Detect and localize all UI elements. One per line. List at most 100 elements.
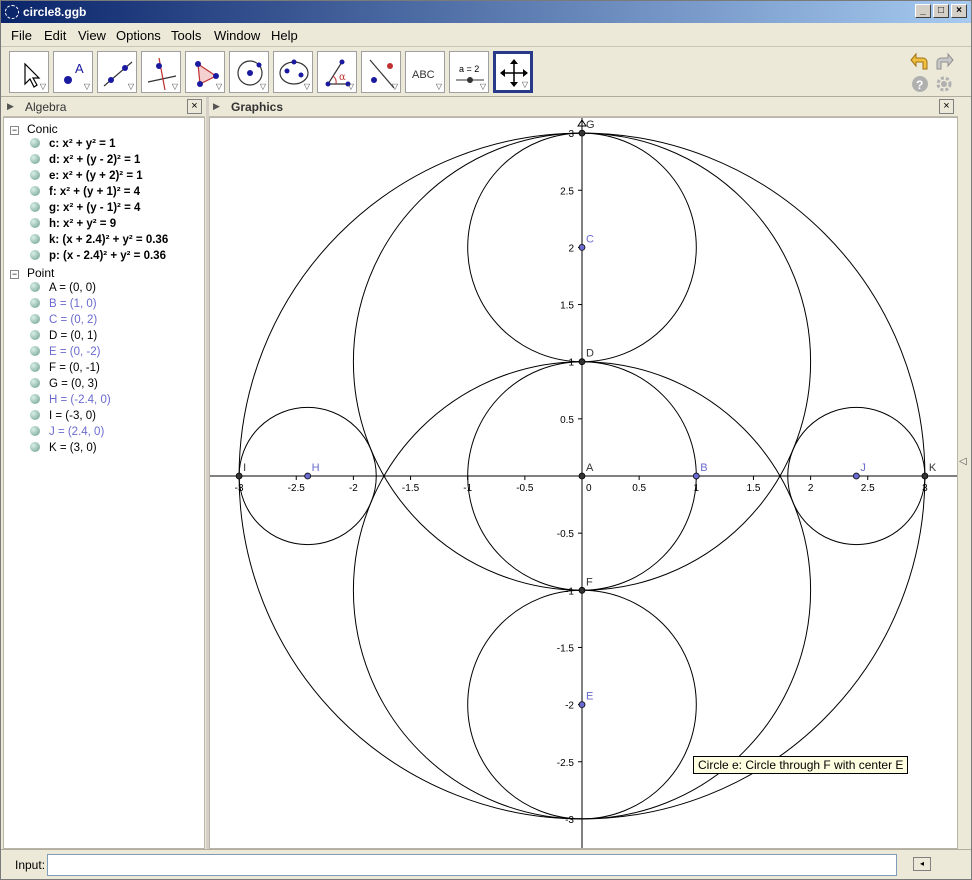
algebra-item[interactable]: A = (0, 0)	[30, 282, 96, 294]
algebra-item[interactable]: f: x² + (y + 1)² = 4	[30, 186, 140, 198]
svg-text:A: A	[75, 61, 84, 76]
y-tick-label: 0.5	[560, 415, 574, 426]
settings-button[interactable]	[935, 75, 953, 93]
help-button[interactable]: ?	[911, 75, 929, 93]
point-label: C	[586, 233, 594, 245]
menu-help[interactable]: Help	[271, 28, 298, 43]
visibility-toggle-icon[interactable]	[30, 330, 40, 340]
x-tick-label: 0	[586, 483, 592, 494]
menu-file[interactable]: File	[11, 28, 32, 43]
point-j	[852, 472, 860, 480]
visibility-toggle-icon[interactable]	[30, 426, 40, 436]
algebra-item[interactable]: E = (0, -2)	[30, 346, 100, 358]
graphics-panel-header: ▶ Graphics ×	[209, 97, 958, 117]
algebra-item-text: D = (0, 1)	[49, 330, 98, 342]
algebra-item[interactable]: J = (2.4, 0)	[30, 426, 104, 438]
input-help-button[interactable]: ◂	[913, 857, 931, 871]
algebra-item[interactable]: p: (x - 2.4)² + y² = 0.36	[30, 250, 166, 262]
algebra-group-label: Point	[27, 266, 55, 280]
visibility-toggle-icon[interactable]	[30, 346, 40, 356]
conic-tool-button[interactable]: ▽	[273, 51, 313, 93]
algebra-item[interactable]: e: x² + (y + 2)² = 1	[30, 170, 143, 182]
collapse-toggle-icon[interactable]: −	[10, 270, 19, 279]
algebra-item[interactable]: h: x² + y² = 9	[30, 218, 116, 230]
collapse-toggle-icon[interactable]: −	[10, 126, 19, 135]
visibility-toggle-icon[interactable]	[30, 218, 40, 228]
visibility-toggle-icon[interactable]	[30, 378, 40, 388]
point-label: D	[586, 348, 594, 360]
visibility-toggle-icon[interactable]	[30, 186, 40, 196]
visibility-toggle-icon[interactable]	[30, 282, 40, 292]
panel-collapse-icon[interactable]: ▶	[7, 101, 14, 112]
undo-button[interactable]	[909, 51, 931, 73]
line-tool-button[interactable]: ▽	[97, 51, 137, 93]
point-label: F	[586, 576, 593, 588]
visibility-toggle-icon[interactable]	[30, 314, 40, 324]
x-tick-label: 1	[694, 483, 700, 494]
menu-window[interactable]: Window	[214, 28, 260, 43]
close-algebra-button[interactable]: ×	[187, 99, 202, 114]
visibility-toggle-icon[interactable]	[30, 442, 40, 452]
input-field[interactable]	[47, 854, 897, 876]
move-tool-button[interactable]: ▽	[9, 51, 49, 93]
algebra-item-text: J = (2.4, 0)	[49, 426, 105, 438]
gear-icon	[936, 76, 952, 92]
visibility-toggle-icon[interactable]	[30, 250, 40, 260]
text-tool-button[interactable]: ABC ▽	[405, 51, 445, 93]
algebra-item[interactable]: G = (0, 3)	[30, 378, 98, 390]
menu-edit[interactable]: Edit	[44, 28, 66, 43]
algebra-item[interactable]: B = (1, 0)	[30, 298, 97, 310]
algebra-group-label: Conic	[27, 122, 58, 136]
move-graphics-view-tool-button[interactable]: ▽	[493, 51, 533, 93]
visibility-toggle-icon[interactable]	[30, 362, 40, 372]
slider-tool-button[interactable]: a = 2 ▽	[449, 51, 489, 93]
visibility-toggle-icon[interactable]	[30, 154, 40, 164]
svg-text:a = 2: a = 2	[459, 64, 479, 74]
graphics-canvas[interactable]: -3 -2.5 -2 -1.5 -1 -0.5 0 0.5 1 1.5 2 2.5 332.521.51…	[210, 118, 958, 849]
menu-tools[interactable]: Tools	[171, 28, 201, 43]
algebra-item[interactable]: F = (0, -1)	[30, 362, 100, 374]
y-tick-label: -2.5	[557, 758, 575, 769]
angle-tool-button[interactable]: α ▽	[317, 51, 357, 93]
algebra-item[interactable]: c: x² + y² = 1	[30, 138, 115, 150]
visibility-toggle-icon[interactable]	[30, 394, 40, 404]
visibility-toggle-icon[interactable]	[30, 138, 40, 148]
point-tool-button[interactable]: A ▽	[53, 51, 93, 93]
redo-button[interactable]	[933, 51, 955, 73]
algebra-item-text: g: x² + (y - 1)² = 4	[49, 202, 141, 214]
visibility-toggle-icon[interactable]	[30, 234, 40, 244]
algebra-item[interactable]: H = (-2.4, 0)	[30, 394, 111, 406]
algebra-group-conic[interactable]: − Conic	[10, 122, 58, 136]
input-bar: Input: ◂	[1, 849, 971, 879]
algebra-item[interactable]: C = (0, 2)	[30, 314, 97, 326]
menu-options[interactable]: Options	[116, 28, 161, 43]
algebra-item[interactable]: I = (-3, 0)	[30, 410, 96, 422]
close-window-button[interactable]: ×	[951, 4, 967, 18]
reflect-tool-button[interactable]: ▽	[361, 51, 401, 93]
expand-side-icon[interactable]: ◁	[959, 456, 967, 467]
visibility-toggle-icon[interactable]	[30, 202, 40, 212]
circle-center-point-tool-button[interactable]: ▽	[229, 51, 269, 93]
app-window: circle8.ggb _ □ × File Edit View Options…	[0, 0, 972, 880]
perpendicular-line-tool-button[interactable]: ▽	[141, 51, 181, 93]
y-tick-label: 2.5	[560, 186, 574, 197]
polygon-tool-button[interactable]: ▽	[185, 51, 225, 93]
minimize-button[interactable]: _	[915, 4, 931, 18]
algebra-item-text: k: (x + 2.4)² + y² = 0.36	[49, 234, 169, 246]
algebra-item[interactable]: k: (x + 2.4)² + y² = 0.36	[30, 234, 168, 246]
visibility-toggle-icon[interactable]	[30, 298, 40, 308]
algebra-group-point[interactable]: − Point	[10, 266, 54, 280]
visibility-toggle-icon[interactable]	[30, 170, 40, 180]
algebra-item[interactable]: d: x² + (y - 2)² = 1	[30, 154, 140, 166]
point-d	[578, 358, 586, 366]
maximize-button[interactable]: □	[933, 4, 949, 18]
menu-bar: File Edit View Options Tools Window Help	[1, 23, 971, 47]
algebra-item[interactable]: D = (0, 1)	[30, 330, 97, 342]
panel-collapse-icon[interactable]: ▶	[213, 101, 220, 112]
visibility-toggle-icon[interactable]	[30, 410, 40, 420]
algebra-item[interactable]: K = (3, 0)	[30, 442, 97, 454]
close-graphics-button[interactable]: ×	[939, 99, 954, 114]
algebra-item[interactable]: g: x² + (y - 1)² = 4	[30, 202, 140, 214]
menu-view[interactable]: View	[78, 28, 106, 43]
graphics-view[interactable]: -3 -2.5 -2 -1.5 -1 -0.5 0 0.5 1 1.5 2 2.5 3 3 2.5 2 1.5 1…	[209, 117, 958, 849]
